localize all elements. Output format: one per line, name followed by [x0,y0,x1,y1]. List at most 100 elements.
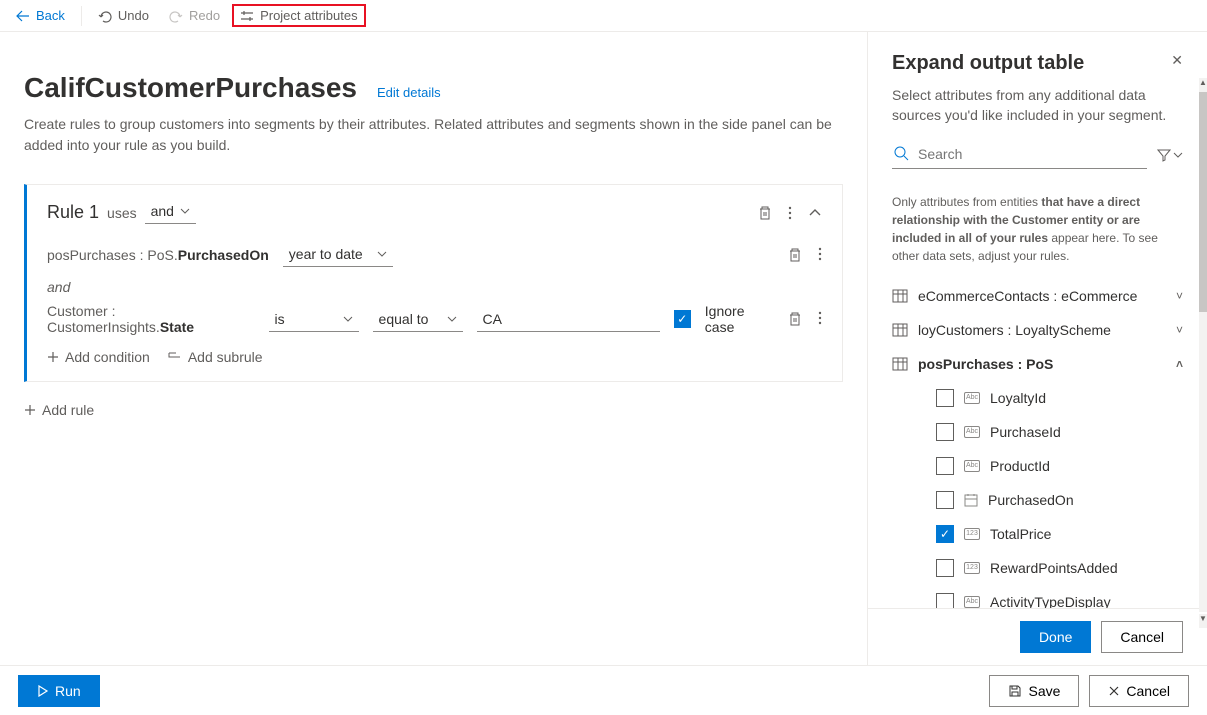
attribute-name: TotalPrice [990,526,1051,542]
chevron-down-icon: ˅ [1176,289,1183,303]
text-icon: Abc [964,426,980,438]
panel-description: Select attributes from any additional da… [892,85,1183,126]
attribute-checkbox[interactable] [936,423,954,441]
comparator-dropdown[interactable]: equal to [373,307,463,332]
attribute-name: PurchaseId [990,424,1061,440]
chevron-up-icon: ˄ [1176,357,1183,371]
more-icon[interactable] [818,311,822,325]
toolbar: Back Undo Redo Project attributes [0,0,1207,32]
edit-details-link[interactable]: Edit details [377,85,441,100]
date-icon [964,493,978,507]
attribute-checkbox[interactable] [936,491,954,509]
attribute-row[interactable]: Abc PurchaseId [892,415,1183,449]
attribute-row[interactable]: Abc ProductId [892,449,1183,483]
rule-logic-value: and [151,203,174,219]
redo-label: Redo [189,8,220,23]
search-icon [894,146,910,162]
page-title: CalifCustomerPurchases [24,72,357,104]
condition-attribute: Customer : CustomerInsights.State [47,303,255,335]
rule-logic-dropdown[interactable]: and [145,201,196,224]
attribute-checkbox[interactable] [936,593,954,608]
attribute-row[interactable]: AbcActivityTypeDisplay [892,585,1183,608]
condition-attribute: posPurchases : PoS.PurchasedOn [47,247,269,263]
chevron-down-icon [343,316,353,322]
chevron-up-icon[interactable] [808,209,822,217]
number-icon: 123 [964,562,980,574]
panel-title: Expand output table [892,52,1084,75]
attribute-checkbox[interactable]: ✓ [936,525,954,543]
chevron-down-icon [1173,152,1183,158]
ignore-case-label: Ignore case [705,303,774,335]
chevron-down-icon [377,251,387,257]
main-content: CalifCustomerPurchases Edit details Crea… [0,32,867,665]
redo-button[interactable]: Redo [161,4,228,27]
number-icon: 123 [964,528,980,540]
plus-icon [47,351,59,363]
rule-uses-label: uses [107,205,137,221]
operator-dropdown[interactable]: is [269,307,359,332]
cancel-button[interactable]: Cancel [1089,675,1189,707]
close-icon[interactable]: ✕ [1171,52,1183,69]
save-button[interactable]: Save [989,675,1079,707]
attribute-checkbox[interactable] [936,457,954,475]
entity-row[interactable]: eCommerceContacts : eCommerce ˅ [892,279,1183,313]
and-separator: and [47,279,822,295]
add-condition-button[interactable]: Add condition [47,349,150,365]
delete-icon[interactable] [788,247,802,263]
search-input-wrapper[interactable] [892,142,1147,169]
attribute-name: RewardPointsAdded [990,560,1118,576]
page-description: Create rules to group customers into seg… [24,114,843,156]
attribute-name: LoyaltyId [990,390,1046,406]
undo-label: Undo [118,8,149,23]
back-label: Back [36,8,65,23]
separator [81,6,82,26]
undo-icon [98,9,112,23]
scroll-down-arrow[interactable]: ▼ [1199,614,1207,628]
done-button[interactable]: Done [1020,621,1091,653]
undo-button[interactable]: Undo [90,4,157,27]
table-icon [892,323,908,337]
entity-row[interactable]: posPurchases : PoS ˄ [892,347,1183,381]
delete-icon[interactable] [758,205,772,221]
attribute-row[interactable]: 123 RewardPointsAdded [892,551,1183,585]
more-icon[interactable] [788,206,792,220]
search-input[interactable] [918,146,1145,162]
value-input[interactable] [477,307,660,332]
table-icon [892,357,908,371]
panel-note: Only attributes from entities that have … [868,179,1207,279]
ignore-case-checkbox[interactable]: ✓ [674,310,691,328]
run-button[interactable]: Run [18,675,100,707]
attribute-checkbox[interactable] [936,389,954,407]
scroll-thumb[interactable] [1199,92,1207,312]
close-icon [1108,685,1120,697]
subrule-icon [168,351,182,363]
operator-dropdown[interactable]: year to date [283,242,393,267]
filter-button[interactable] [1157,148,1183,162]
add-rule-button[interactable]: Add rule [24,402,94,418]
panel-cancel-button[interactable]: Cancel [1101,621,1183,653]
scroll-up-arrow[interactable]: ▲ [1199,78,1207,92]
text-icon: Abc [964,460,980,472]
delete-icon[interactable] [788,311,802,327]
table-icon [892,289,908,303]
attribute-row[interactable]: ✓ 123 TotalPrice [892,517,1183,551]
condition-row: posPurchases : PoS.PurchasedOn year to d… [47,242,822,267]
attribute-name: ActivityTypeDisplay [990,594,1111,608]
more-icon[interactable] [818,247,822,261]
entity-row[interactable]: loyCustomers : LoyaltyScheme˅ [892,313,1183,347]
attribute-row[interactable]: AbcLoyaltyId [892,381,1183,415]
plus-icon [24,404,36,416]
attribute-name: ProductId [990,458,1050,474]
rule-card: Rule 1 uses and posPurchases : PoS.Purch… [24,184,843,382]
redo-icon [169,9,183,23]
entity-name: posPurchases : PoS [918,356,1053,372]
footer: Run Save Cancel [0,665,1207,715]
back-button[interactable]: Back [8,4,73,27]
project-attributes-button[interactable]: Project attributes [232,4,366,27]
attribute-row[interactable]: PurchasedOn [892,483,1183,517]
attribute-checkbox[interactable] [936,559,954,577]
scrollbar[interactable] [1199,92,1207,612]
rule-name: Rule 1 [47,202,99,223]
entity-name: eCommerceContacts : eCommerce [918,288,1137,304]
add-subrule-button[interactable]: Add subrule [168,349,263,365]
